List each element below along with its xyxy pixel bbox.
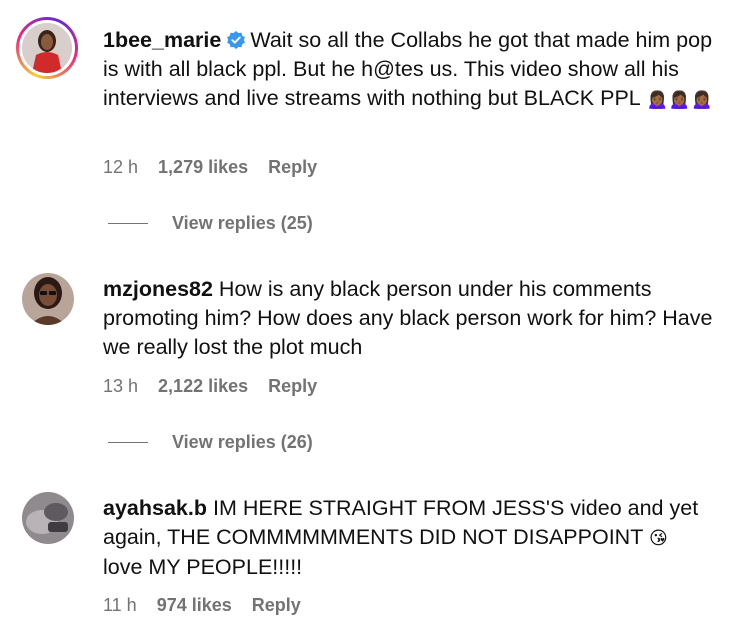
avatar[interactable] (22, 492, 74, 544)
comment-body: mzjones82 How is any black person under … (103, 275, 723, 362)
reply-button[interactable]: Reply (252, 595, 301, 616)
comment-meta: 13 h 2,122 likes Reply (103, 376, 317, 397)
comment-text-end: love MY PEOPLE!!!!! (103, 555, 303, 579)
comment-body: ayahsak.b IM HERE STRAIGHT FROM JESS'S v… (103, 494, 723, 582)
reply-button[interactable]: Reply (268, 157, 317, 178)
kissing-face-emoji-icon: 😘 (648, 528, 668, 549)
profile-photo (22, 273, 74, 325)
likes-count[interactable]: 974 likes (157, 595, 232, 616)
view-replies-label: View replies (26) (172, 432, 313, 452)
divider-line (108, 442, 148, 443)
comment-body: 1bee_marie Wait so all the Collabs he got… (103, 26, 723, 114)
woman-frowning-emoji-icon: 🙍🏾‍♀️🙍🏾‍♀️🙍🏾‍♀️ (645, 89, 714, 110)
likes-count[interactable]: 2,122 likes (158, 376, 248, 397)
avatar[interactable] (16, 17, 78, 79)
profile-photo (22, 492, 74, 544)
reply-button[interactable]: Reply (268, 376, 317, 397)
view-replies-button[interactable]: View replies (25) (108, 213, 313, 234)
comment-meta: 11 h 974 likes Reply (103, 595, 301, 616)
view-replies-label: View replies (25) (172, 213, 313, 233)
divider-line (108, 223, 148, 224)
avatar[interactable] (22, 273, 74, 325)
likes-count[interactable]: 1,279 likes (158, 157, 248, 178)
profile-photo (22, 23, 72, 73)
verified-badge-icon (226, 30, 246, 50)
comment-time[interactable]: 13 h (103, 376, 138, 397)
comment-time[interactable]: 11 h (103, 595, 137, 616)
view-replies-button[interactable]: View replies (26) (108, 432, 313, 453)
comment-username[interactable]: 1bee_marie (103, 28, 221, 52)
comment-username[interactable]: mzjones82 (103, 277, 213, 301)
comment-time[interactable]: 12 h (103, 157, 138, 178)
comment-username[interactable]: ayahsak.b (103, 496, 207, 520)
comment-meta: 12 h 1,279 likes Reply (103, 157, 317, 178)
